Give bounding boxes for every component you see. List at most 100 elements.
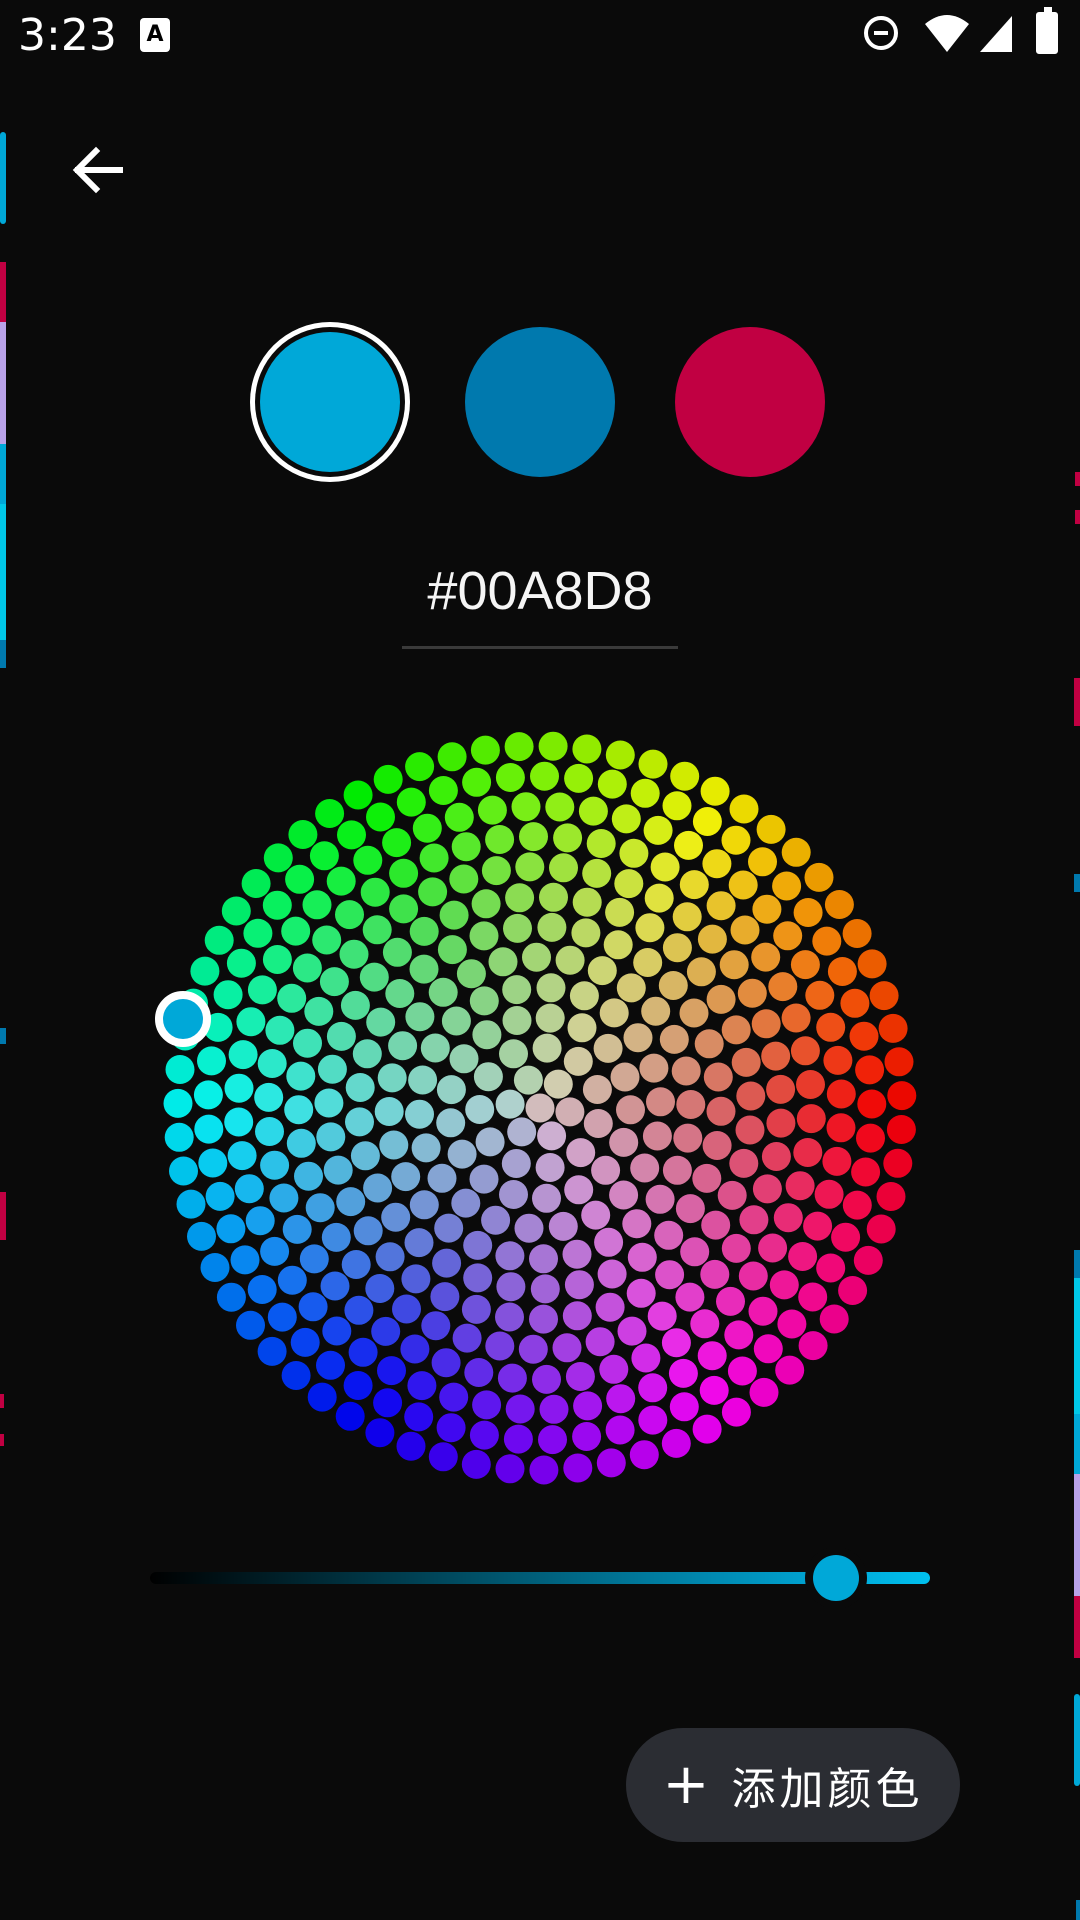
color-dot[interactable]	[567, 1013, 597, 1043]
color-dot[interactable]	[538, 731, 568, 761]
color-dot[interactable]	[436, 1108, 466, 1138]
color-dot[interactable]	[320, 1271, 350, 1301]
color-dot[interactable]	[307, 1382, 337, 1412]
color-dot[interactable]	[293, 1028, 322, 1058]
color-dot[interactable]	[706, 984, 736, 1014]
color-dot[interactable]	[519, 822, 548, 852]
color-dot[interactable]	[619, 838, 649, 868]
color-dot[interactable]	[532, 1033, 562, 1063]
color-dot[interactable]	[451, 1188, 481, 1218]
color-dot[interactable]	[469, 1420, 499, 1450]
color-dot[interactable]	[382, 828, 412, 858]
color-dot[interactable]	[702, 1131, 732, 1160]
color-dot[interactable]	[599, 998, 629, 1028]
color-dot[interactable]	[840, 988, 870, 1018]
color-dot[interactable]	[563, 1046, 593, 1076]
color-dot[interactable]	[224, 1073, 254, 1103]
color-dot[interactable]	[437, 742, 467, 772]
color-dot[interactable]	[623, 1023, 653, 1053]
color-dot[interactable]	[522, 942, 551, 972]
color-dot[interactable]	[227, 1141, 257, 1171]
color-dot[interactable]	[321, 1222, 351, 1252]
color-dot[interactable]	[504, 732, 534, 762]
color-dot[interactable]	[605, 740, 635, 770]
color-dot[interactable]	[655, 1260, 685, 1290]
color-dot[interactable]	[495, 763, 525, 792]
color-dot[interactable]	[312, 925, 342, 955]
color-dot[interactable]	[339, 939, 369, 969]
color-dot[interactable]	[638, 1405, 668, 1435]
color-dot[interactable]	[538, 1425, 567, 1455]
color-dot[interactable]	[304, 996, 334, 1026]
color-dot[interactable]	[661, 1428, 691, 1458]
color-dot[interactable]	[597, 769, 627, 799]
color-dot[interactable]	[702, 849, 732, 879]
color-dot[interactable]	[706, 891, 736, 921]
color-dot[interactable]	[502, 1006, 532, 1035]
color-dot[interactable]	[599, 1354, 629, 1384]
color-dot[interactable]	[323, 1155, 353, 1185]
color-dot[interactable]	[375, 1242, 405, 1272]
color-dot[interactable]	[761, 1142, 791, 1171]
color-dot[interactable]	[721, 1397, 751, 1427]
color-dot[interactable]	[335, 1401, 365, 1431]
color-dot[interactable]	[537, 912, 567, 942]
color-dot[interactable]	[758, 1233, 788, 1263]
color-dot[interactable]	[622, 1209, 652, 1239]
color-dot[interactable]	[241, 869, 271, 898]
color-dot[interactable]	[674, 830, 703, 860]
color-dot[interactable]	[432, 1248, 462, 1278]
color-swatch[interactable]	[465, 327, 615, 477]
color-dot[interactable]	[336, 1187, 366, 1217]
color-dot[interactable]	[314, 1088, 344, 1118]
color-dot[interactable]	[635, 913, 665, 943]
color-dot[interactable]	[485, 1331, 515, 1361]
color-dot[interactable]	[190, 956, 220, 986]
color-dot[interactable]	[365, 1418, 395, 1448]
color-dot[interactable]	[719, 950, 749, 980]
color-dot[interactable]	[464, 1358, 494, 1387]
color-dot[interactable]	[591, 1155, 621, 1185]
color-dot[interactable]	[496, 1272, 526, 1302]
color-dot[interactable]	[373, 764, 403, 794]
color-dot[interactable]	[326, 866, 356, 896]
color-dot[interactable]	[243, 918, 273, 948]
color-dot[interactable]	[796, 1104, 826, 1134]
color-dot[interactable]	[816, 1012, 846, 1042]
color-dot[interactable]	[658, 971, 688, 1000]
color-dot[interactable]	[288, 820, 318, 849]
color-dot[interactable]	[409, 954, 439, 984]
color-dot[interactable]	[247, 975, 277, 1005]
color-dot[interactable]	[305, 1193, 335, 1223]
color-dot[interactable]	[798, 1282, 828, 1312]
color-dot[interactable]	[831, 1222, 861, 1252]
color-dot[interactable]	[401, 1264, 431, 1294]
color-dot[interactable]	[775, 1355, 805, 1385]
color-dot[interactable]	[555, 945, 585, 975]
color-dot[interactable]	[400, 1334, 430, 1364]
color-dot[interactable]	[609, 1127, 639, 1157]
color-dot[interactable]	[428, 1442, 458, 1472]
color-dot[interactable]	[793, 1138, 823, 1167]
color-dot[interactable]	[420, 1033, 450, 1063]
color-dot[interactable]	[703, 1062, 733, 1092]
wheel-selection-marker[interactable]	[155, 991, 211, 1047]
color-dot[interactable]	[236, 1310, 265, 1340]
color-dot[interactable]	[461, 1449, 491, 1479]
color-dot[interactable]	[204, 925, 234, 955]
color-dot[interactable]	[887, 1081, 917, 1111]
color-dot[interactable]	[721, 1233, 751, 1263]
color-dot[interactable]	[803, 1211, 833, 1241]
color-dot[interactable]	[562, 1301, 592, 1331]
color-dot[interactable]	[730, 915, 760, 945]
color-dot[interactable]	[513, 1065, 543, 1095]
color-dot[interactable]	[502, 975, 532, 1005]
color-dot[interactable]	[405, 1002, 435, 1032]
color-dot[interactable]	[262, 890, 292, 920]
color-dot[interactable]	[456, 959, 486, 989]
color-dot[interactable]	[292, 953, 322, 983]
color-dot[interactable]	[562, 1239, 592, 1269]
color-dot[interactable]	[822, 1146, 852, 1176]
color-dot[interactable]	[353, 845, 383, 875]
color-dot[interactable]	[785, 1171, 815, 1201]
